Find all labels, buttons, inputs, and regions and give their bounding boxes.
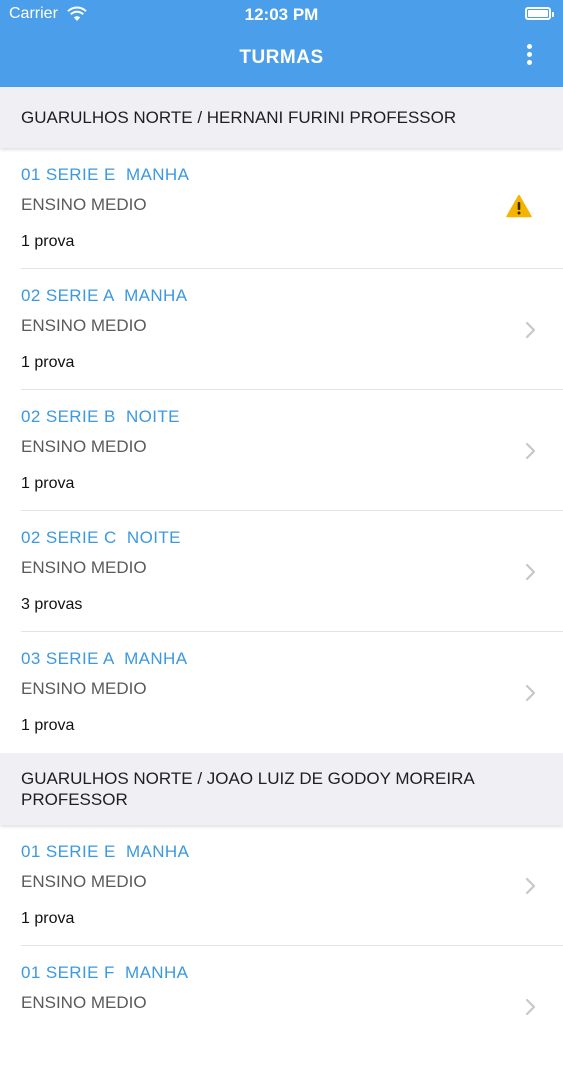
section-header: GUARULHOS NORTE / HERNANI FURINI PROFESS…	[0, 87, 563, 148]
class-level: ENSINO MEDIO	[21, 993, 147, 1012]
exam-count: 1 prova	[21, 475, 75, 492]
chevron-right-icon	[525, 998, 536, 1016]
chevron-right-icon	[525, 563, 536, 581]
exam-count: 1 prova	[21, 910, 75, 927]
more-vertical-icon	[526, 44, 532, 49]
exam-count: 1 prova	[21, 233, 75, 250]
chevron-right-icon	[525, 321, 536, 339]
more-vertical-dot	[526, 60, 532, 65]
status-bar: Carrier 12:03 PM	[0, 0, 563, 30]
list-item[interactable]: 02 SERIE C NOITE ENSINO MEDIO 3 provas	[0, 511, 563, 632]
more-options-button[interactable]	[525, 44, 533, 68]
clock: 12:03 PM	[244, 5, 319, 24]
section-header: GUARULHOS NORTE / JOAO LUIZ DE GODOY MOR…	[0, 753, 563, 825]
exam-count: 1 prova	[21, 717, 75, 734]
chevron-right-icon	[525, 684, 536, 702]
class-level: ENSINO MEDIO	[21, 437, 147, 456]
page-title: TURMAS	[239, 47, 324, 68]
class-title: 02 SERIE C NOITE	[21, 528, 181, 547]
more-vertical-dot	[526, 52, 532, 57]
class-level: ENSINO MEDIO	[21, 872, 147, 891]
exam-count: 1 prova	[21, 354, 75, 371]
class-level: ENSINO MEDIO	[21, 195, 147, 214]
list-item[interactable]: 02 SERIE A MANHA ENSINO MEDIO 1 prova	[0, 269, 563, 390]
class-title: 02 SERIE A MANHA	[21, 286, 188, 305]
list-item[interactable]: 02 SERIE B NOITE ENSINO MEDIO 1 prova	[0, 390, 563, 511]
chevron-right-icon	[525, 442, 536, 460]
list-item[interactable]: 01 SERIE E MANHA ENSINO MEDIO 1 prova	[0, 148, 563, 269]
class-title: 03 SERIE A MANHA	[21, 649, 188, 668]
class-title: 02 SERIE B NOITE	[21, 407, 180, 426]
class-level: ENSINO MEDIO	[21, 558, 147, 577]
warning-icon	[506, 194, 532, 218]
class-level: ENSINO MEDIO	[21, 316, 147, 335]
class-title: 01 SERIE F MANHA	[21, 963, 189, 982]
battery-icon	[525, 7, 554, 20]
list-item[interactable]: 01 SERIE E MANHA ENSINO MEDIO 1 prova	[0, 825, 563, 946]
class-title: 01 SERIE E MANHA	[21, 165, 190, 184]
list-item[interactable]: 03 SERIE A MANHA ENSINO MEDIO 1 prova	[0, 632, 563, 753]
class-list: GUARULHOS NORTE / HERNANI FURINI PROFESS…	[0, 87, 563, 1067]
list-item[interactable]: 01 SERIE F MANHA ENSINO MEDIO	[0, 946, 563, 1067]
exam-count: 3 provas	[21, 596, 83, 613]
class-level: ENSINO MEDIO	[21, 679, 147, 698]
class-title: 01 SERIE E MANHA	[21, 842, 190, 861]
navigation-bar: Carrier 12:03 PM TURMAS	[0, 0, 563, 87]
chevron-right-icon	[525, 877, 536, 895]
